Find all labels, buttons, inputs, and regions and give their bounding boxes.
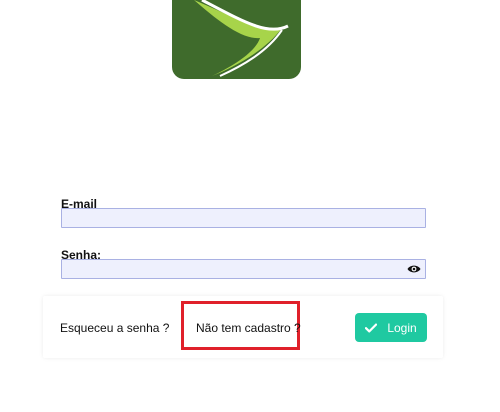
signup-link[interactable]: Não tem cadastro ? bbox=[196, 321, 301, 335]
check-icon bbox=[365, 323, 378, 332]
login-button[interactable]: Login bbox=[355, 313, 427, 342]
password-field[interactable] bbox=[61, 259, 426, 279]
login-page: E-mail Senha: Esqueceu a senha ? Não tem… bbox=[0, 0, 500, 412]
email-field[interactable] bbox=[61, 208, 426, 228]
boomerang-logo-icon bbox=[194, 0, 289, 77]
login-button-label: Login bbox=[387, 320, 417, 335]
eye-icon[interactable] bbox=[407, 264, 421, 274]
forgot-password-link[interactable]: Esqueceu a senha ? bbox=[60, 321, 169, 335]
app-logo bbox=[172, 0, 301, 79]
